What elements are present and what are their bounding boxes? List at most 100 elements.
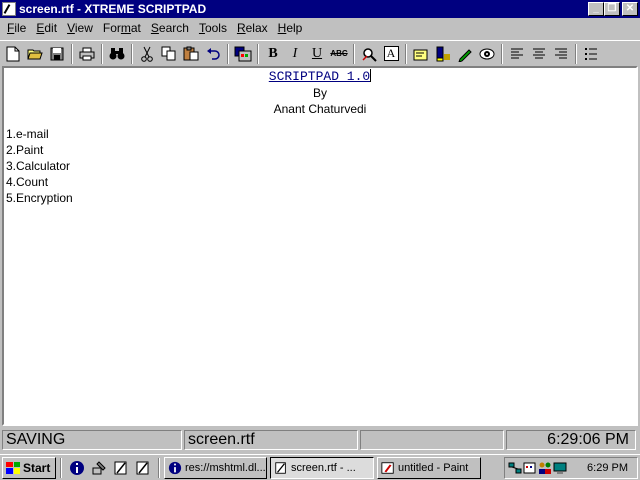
tools-icon [92,460,106,474]
network-icon[interactable] [508,461,522,475]
align-left-button[interactable] [506,43,528,65]
open-button[interactable] [24,43,46,65]
note-icon [413,49,428,60]
menu-tools[interactable]: Tools [194,21,232,35]
maximize-button[interactable]: ❐ [604,2,620,16]
scheduler-icon[interactable] [523,461,537,475]
paste-button[interactable] [180,43,202,65]
start-label: Start [23,460,51,475]
display-icon[interactable] [553,461,567,475]
system-tray: 6:29 PM [504,457,638,479]
title-bar[interactable]: screen.rtf - XTREME SCRIPTPAD _ ❐ ✕ [0,0,640,18]
document-author[interactable]: Anant Chaturvedi [4,101,636,117]
format-brush-button[interactable] [358,43,380,65]
quicklaunch-tools[interactable] [88,457,110,479]
toolbar-separator [257,43,259,64]
copy-icon [161,46,176,61]
window-controls: _ ❐ ✕ [588,2,638,16]
close-icon: ✕ [625,3,635,14]
menu-format[interactable]: Format [98,21,146,35]
print-button[interactable] [76,43,98,65]
close-button[interactable]: ✕ [622,2,638,16]
minimize-icon: _ [593,3,599,14]
cut-button[interactable] [136,43,158,65]
toolbar-separator [131,43,133,64]
list-item[interactable]: 3.Calculator [6,158,636,174]
status-empty-panel [360,430,504,450]
task-label: screen.rtf - ... [291,461,356,474]
menu-view[interactable]: View [62,21,98,35]
info-icon [70,460,84,475]
scissors-icon [141,46,153,62]
align-center-button[interactable] [528,43,550,65]
quicklaunch-scriptpad-2[interactable] [132,457,154,479]
status-state: SAVING [2,430,182,450]
underline-button[interactable]: U [306,43,328,65]
windows-flag-icon [6,461,20,474]
undo-button[interactable] [202,43,224,65]
task-button-mshtml[interactable]: res://mshtml.dl... [164,456,267,479]
strikethrough-button[interactable]: ABC [328,43,350,65]
menu-file[interactable]: File [2,21,31,35]
list-item[interactable]: 5.Encryption [6,190,636,206]
bold-button[interactable]: B [262,43,284,65]
taskbar-separator [158,457,160,478]
taskbar: Start res://mshtml.dl... screen.rtf - ..… [0,454,640,480]
minimize-button[interactable]: _ [588,2,604,16]
align-left-icon [511,48,523,58]
toolbar-separator [101,43,103,64]
task-button-scriptpad[interactable]: screen.rtf - ... [270,456,374,479]
magnifier-pen-icon [362,47,377,62]
quicklaunch-scriptpad[interactable] [110,457,132,479]
preview-button[interactable] [476,43,498,65]
menu-help[interactable]: Help [273,21,308,35]
copy-button[interactable] [158,43,180,65]
scriptpad-app-icon[interactable] [2,2,16,16]
insert-object-button[interactable] [232,43,254,65]
scriptpad-icon [274,461,288,475]
status-bar: SAVING screen.rtf 6:29:06 PM [0,428,640,452]
quicklaunch-info[interactable] [66,457,88,479]
align-right-button[interactable] [550,43,572,65]
align-right-icon [555,48,567,58]
bullet-list-icon [585,47,597,60]
start-button[interactable]: Start [2,456,56,479]
list-item[interactable]: 4.Count [6,174,636,190]
menu-search[interactable]: Search [146,21,194,35]
toolbar-separator [575,43,577,64]
document-by[interactable]: By [4,85,636,101]
note-button[interactable] [410,43,432,65]
new-button[interactable] [2,43,24,65]
document-list: 1.e-mail 2.Paint 3.Calculator 4.Count 5.… [4,126,636,206]
undo-icon [207,47,220,60]
list-item[interactable]: 2.Paint [6,142,636,158]
people-icon[interactable] [538,461,552,475]
document-title-line[interactable]: SCRIPTPAD 1.0 [4,69,636,85]
align-center-icon [533,48,545,58]
binoculars-icon [109,47,125,59]
document-editor[interactable]: SCRIPTPAD 1.0 By Anant Chaturvedi 1.e-ma… [2,66,638,426]
tray-clock[interactable]: 6:29 PM [587,462,634,474]
paint-icon [381,461,395,475]
pen-button[interactable] [454,43,476,65]
menu-bar: File Edit View Format Search Tools Relax… [0,18,640,38]
italic-button[interactable]: I [284,43,306,65]
scriptpad-icon [114,461,127,474]
toolbar-separator [405,43,407,64]
status-time: 6:29:06 PM [506,430,636,450]
text-caret [370,69,372,82]
list-item[interactable]: 1.e-mail [6,126,636,142]
pen-icon [458,48,472,62]
task-button-paint[interactable]: untitled - Paint [377,456,481,479]
font-button[interactable]: A [380,43,402,65]
toolbar-separator [71,43,73,64]
menu-edit[interactable]: Edit [31,21,62,35]
task-label: res://mshtml.dl... [185,461,266,474]
menu-relax[interactable]: Relax [232,21,273,35]
highlight-button[interactable] [432,43,454,65]
save-button[interactable] [46,43,68,65]
toolbar: B I U ABC A [0,40,640,66]
bullets-button[interactable] [580,43,602,65]
toolbar-separator [353,43,355,64]
find-button[interactable] [106,43,128,65]
